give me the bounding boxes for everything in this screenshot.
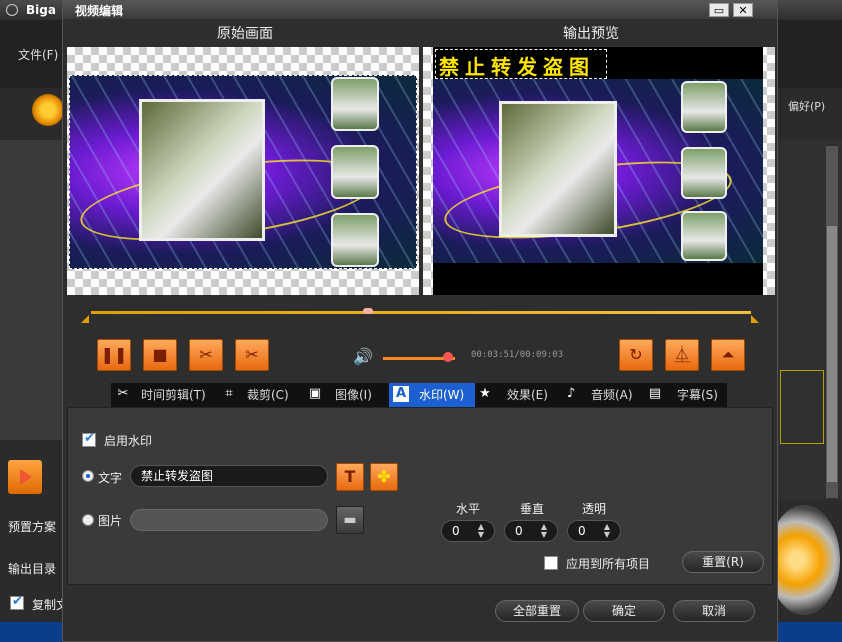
close-button[interactable]: ✕ — [733, 3, 753, 17]
preset-label: 预置方案 — [8, 520, 57, 534]
file-list-panel — [0, 140, 64, 440]
selection-box — [780, 370, 824, 444]
opacity-stepper[interactable]: 0 ▲ ▼ — [567, 520, 621, 542]
edit-tabs: ✂ 时间剪辑(T) ⌗ 裁剪(C) ▣ 图像(I) 水印(W) A ★ 效果(E… — [111, 383, 727, 407]
time-display: 00:03:51/00:09:03 — [471, 350, 564, 360]
watermark-selection[interactable] — [435, 49, 607, 79]
image-watermark-label: 图片 — [98, 514, 123, 528]
stepper-arrows-icon[interactable]: ▲ ▼ — [537, 523, 551, 539]
folder-icon[interactable]: ▬ — [336, 506, 364, 534]
small-photo-frame — [681, 81, 727, 133]
enable-watermark-checkbox[interactable] — [82, 431, 96, 447]
small-photo-frame — [681, 211, 727, 261]
tab-audio[interactable]: 音频(A) — [591, 383, 633, 407]
opacity-label: 透明 — [582, 502, 607, 516]
apply-all-checkbox[interactable] — [544, 556, 558, 570]
pause-button[interactable]: ❚❚ — [97, 339, 131, 371]
timeline[interactable] — [81, 307, 761, 323]
timeline-track[interactable] — [91, 311, 751, 314]
maximize-button[interactable]: ▭ — [709, 3, 729, 17]
output-video-frame — [433, 79, 763, 263]
apply-all-label: 应用到所有项目 — [566, 557, 651, 571]
horizontal-value: 0 — [452, 524, 460, 538]
app-title: Biga — [26, 3, 56, 17]
watermark-icon: A — [393, 386, 409, 402]
watermark-image-input[interactable] — [130, 509, 328, 531]
image-watermark-radio[interactable] — [82, 514, 94, 526]
copy-checkbox[interactable] — [10, 594, 24, 610]
original-view-label: 原始画面 — [217, 26, 273, 42]
volume-knob[interactable] — [442, 352, 453, 362]
ok-button[interactable]: 确定 — [583, 600, 665, 622]
dialog-titlebar: 视频编辑 ▭ ✕ — [63, 1, 777, 19]
trim-start-marker[interactable] — [81, 315, 89, 323]
flip-vertical-button[interactable]: ⏶ — [711, 339, 745, 371]
scrollbar-thumb[interactable] — [827, 226, 837, 482]
output-preview[interactable]: 禁止转发盗图 — [423, 47, 775, 295]
app-logo-icon — [32, 94, 64, 126]
vertical-label: 垂直 — [520, 502, 545, 516]
menu-file[interactable]: 文件(F) — [18, 46, 58, 63]
video-edit-dialog: 视频编辑 ▭ ✕ 原始画面 输出预览 禁止转发盗图 ❚❚ ■ ✂ ✂ 🔊 00:… — [62, 0, 778, 642]
trim-end-marker[interactable] — [751, 315, 759, 323]
original-preview[interactable] — [67, 47, 419, 295]
volume-icon[interactable]: 🔊 — [353, 347, 373, 366]
tab-image[interactable]: 图像(I) — [335, 383, 372, 407]
output-view-label: 输出预览 — [563, 26, 619, 42]
cut-start-button[interactable]: ✂ — [189, 339, 223, 371]
flip-horizontal-button[interactable]: ⏅ — [665, 339, 699, 371]
image-icon: ▣ — [308, 386, 322, 401]
scrollbar[interactable] — [826, 146, 838, 498]
reset-button[interactable]: 重置(R) — [682, 551, 764, 573]
cut-end-button[interactable]: ✂ — [235, 339, 269, 371]
watermark-panel: 启用水印 文字 禁止转发盗图 T ✤ 图片 ▬ 水平 垂直 透明 0 ▲▼ 0 ▲▼… — [67, 407, 773, 585]
rotate-button[interactable]: ↻ — [619, 339, 653, 371]
vertical-value: 0 — [515, 524, 523, 538]
app-icon — [6, 4, 18, 16]
reset-all-button[interactable]: 全部重置 — [495, 600, 579, 622]
text-style-button[interactable]: T — [336, 463, 364, 491]
small-photo-frame — [681, 147, 727, 199]
text-effect-button[interactable]: ✤ — [370, 463, 398, 491]
dialog-title: 视频编辑 — [75, 4, 124, 18]
output-dir-label: 输出目录 — [8, 562, 57, 576]
horizontal-label: 水平 — [456, 502, 481, 516]
horizontal-stepper[interactable]: 0 ▲ ▼ — [441, 520, 495, 542]
vertical-stepper[interactable]: 0 ▲ ▼ — [504, 520, 558, 542]
main-photo-frame — [499, 101, 617, 237]
tab-subtitles[interactable]: 字幕(S) — [677, 383, 718, 407]
tab-crop[interactable]: 裁剪(C) — [247, 383, 289, 407]
tab-trim[interactable]: 时间剪辑(T) — [141, 383, 206, 407]
subtitle-icon: ▤ — [648, 386, 662, 401]
play-button[interactable] — [8, 460, 42, 494]
playhead[interactable] — [363, 308, 374, 314]
enable-watermark-label: 启用水印 — [104, 434, 153, 448]
watermark-text-input[interactable]: 禁止转发盗图 — [130, 465, 328, 487]
tab-effects[interactable]: 效果(E) — [507, 383, 548, 407]
convert-button[interactable] — [768, 505, 840, 615]
cancel-button[interactable]: 取消 — [673, 600, 755, 622]
stepper-arrows-icon[interactable]: ▲ ▼ — [474, 523, 488, 539]
opacity-value: 0 — [578, 524, 586, 538]
crop-icon: ⌗ — [225, 386, 233, 401]
stepper-arrows-icon[interactable]: ▲ ▼ — [600, 523, 614, 539]
music-icon: ♪ — [566, 386, 576, 401]
scissors-icon: ✂ — [117, 386, 129, 401]
star-icon: ★ — [479, 386, 491, 401]
crop-selection[interactable] — [69, 75, 417, 269]
text-watermark-radio[interactable] — [82, 470, 94, 482]
stop-button[interactable]: ■ — [143, 339, 177, 371]
menu-preferences[interactable]: 偏好(P) — [788, 98, 825, 114]
text-watermark-label: 文字 — [98, 471, 123, 485]
